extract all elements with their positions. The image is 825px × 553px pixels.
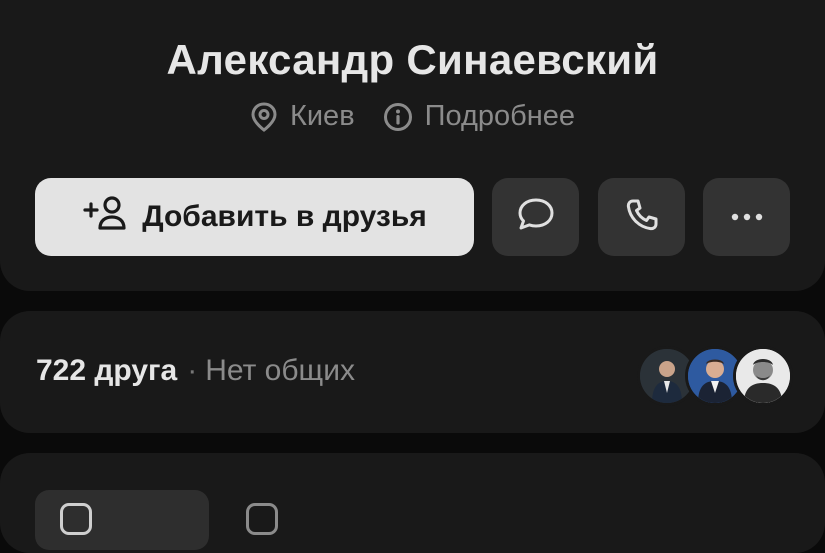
message-button[interactable] xyxy=(492,178,579,256)
add-friend-button[interactable]: Добавить в друзья xyxy=(35,178,474,256)
add-friend-label: Добавить в друзья xyxy=(142,200,427,233)
add-user-icon xyxy=(82,195,128,239)
friends-summary[interactable]: 722 друга · Нет общих xyxy=(36,354,355,388)
tab-camera-icon xyxy=(60,503,92,535)
message-bubble-icon xyxy=(516,196,556,239)
city-label: Киев xyxy=(289,100,355,132)
call-button[interactable] xyxy=(598,178,685,256)
details-link[interactable]: Подробнее xyxy=(383,100,575,133)
profile-name: Александр Синаевский xyxy=(166,36,659,83)
phone-icon xyxy=(624,197,660,238)
info-icon xyxy=(383,102,413,132)
friends-count: 722 друга xyxy=(36,354,178,387)
profile-meta: Киев Подробнее xyxy=(0,100,825,133)
details-label: Подробнее xyxy=(424,100,576,132)
more-dots-icon xyxy=(731,208,763,226)
friend-avatar[interactable] xyxy=(733,346,793,406)
more-button[interactable] xyxy=(703,178,790,256)
city-item[interactable]: Киев xyxy=(250,100,355,133)
mutual-friends-label: Нет общих xyxy=(205,354,355,387)
location-pin-icon xyxy=(250,101,278,132)
tab-gallery-icon[interactable] xyxy=(246,503,278,535)
friends-separator: · xyxy=(187,354,198,387)
